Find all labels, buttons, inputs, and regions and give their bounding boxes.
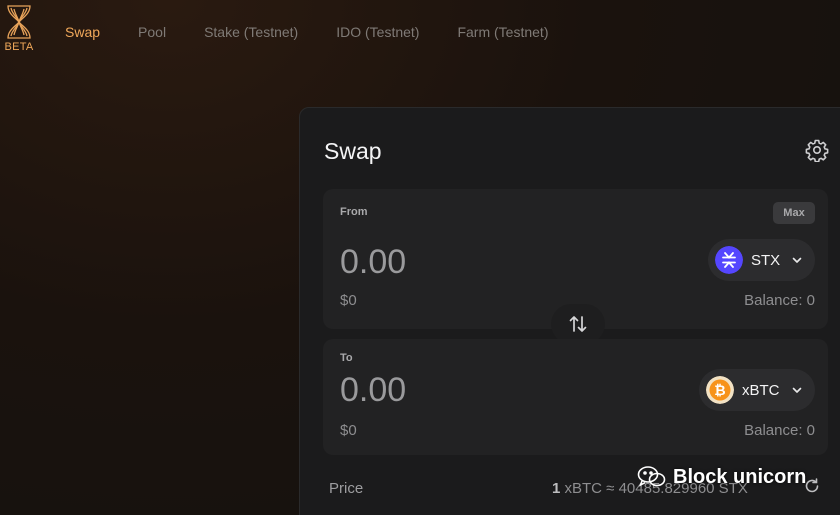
wechat-icon	[637, 466, 666, 487]
swap-title: Swap	[324, 138, 382, 164]
from-usd-value: $0	[340, 292, 357, 309]
price-label: Price	[329, 480, 364, 497]
to-label: To	[340, 352, 353, 364]
top-navigation: BETA Swap Pool Stake (Testnet) IDO (Test…	[0, 0, 840, 64]
from-token-symbol: STX	[751, 251, 781, 269]
watermark: Block unicorn	[637, 465, 806, 489]
watermark-text: Block unicorn	[673, 465, 807, 488]
tab-farm[interactable]: Farm (Testnet)	[457, 24, 548, 40]
settings-button[interactable]	[805, 138, 829, 163]
to-balance: Balance: 0	[744, 422, 815, 439]
price-amount: 1	[552, 480, 561, 497]
to-panel: To 0.00 ₿ xBTC $0 Balance: 0	[323, 339, 828, 455]
stx-token-icon	[715, 246, 743, 274]
to-usd-value: $0	[340, 422, 357, 439]
max-button[interactable]: Max	[773, 202, 815, 224]
swap-arrows-icon	[569, 316, 587, 332]
xbtc-token-icon: ₿	[706, 376, 734, 404]
gear-icon	[805, 139, 829, 163]
to-amount-input[interactable]: 0.00	[340, 371, 406, 410]
switch-tokens-button[interactable]	[551, 304, 605, 344]
tab-swap[interactable]: Swap	[65, 24, 100, 40]
tab-stake[interactable]: Stake (Testnet)	[204, 24, 298, 40]
to-token-select[interactable]: ₿ xBTC	[699, 369, 815, 411]
tab-pool[interactable]: Pool	[138, 24, 166, 40]
from-amount-input[interactable]: 0.00	[340, 243, 406, 282]
chevron-down-icon	[792, 257, 802, 263]
chevron-down-icon	[792, 387, 802, 393]
from-token-select[interactable]: STX	[708, 239, 815, 281]
refresh-icon[interactable]	[803, 477, 821, 495]
from-balance: Balance: 0	[744, 292, 815, 309]
tab-ido[interactable]: IDO (Testnet)	[336, 24, 419, 40]
app-logo[interactable]: BETA	[2, 4, 36, 58]
to-token-symbol: xBTC	[742, 381, 780, 399]
svg-text:₿: ₿	[714, 383, 725, 399]
beta-badge: BETA	[4, 41, 34, 53]
hourglass-logo-icon	[7, 5, 31, 39]
swap-card: Swap From Max 0.00 STX $0 Balance: 0 To …	[299, 107, 840, 515]
from-label: From	[340, 206, 368, 218]
nav-tabs: Swap Pool Stake (Testnet) IDO (Testnet) …	[65, 24, 586, 40]
